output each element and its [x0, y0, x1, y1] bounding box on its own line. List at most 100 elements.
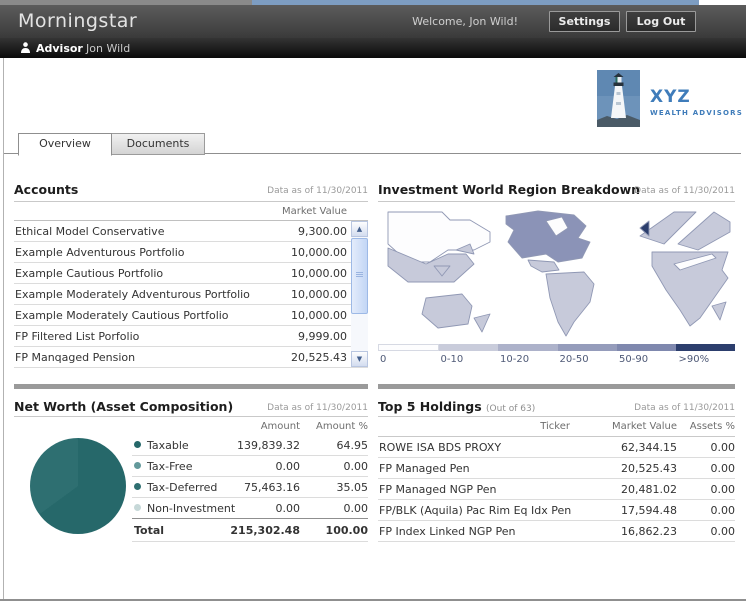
holdings-subtitle: (Out of 63) — [486, 404, 536, 414]
table-row[interactable]: Example Moderately Adventurous Portfolio… — [14, 284, 368, 305]
account-name: Ethical Model Conservative — [15, 225, 165, 238]
account-market-value: 9,300.00 — [298, 225, 347, 238]
total-label: Total — [134, 524, 165, 537]
holding-assets-pct: 0.00 — [710, 462, 736, 475]
market-value-column-header: Market Value — [281, 206, 347, 217]
legend-segment — [557, 344, 617, 351]
accounts-title: Accounts — [14, 182, 79, 197]
amount-pct-column-header: Amount % — [316, 421, 368, 432]
legend-label: 0 — [380, 354, 387, 365]
table-row: FP Managed Pen 20,525.43 0.00 — [378, 458, 735, 479]
account-name: Example Moderately Adventurous Portfolio — [15, 288, 250, 301]
table-row: ROWE ISA BDS PROXY 62,344.15 0.00 — [378, 437, 735, 458]
table-row[interactable]: FP Filtered List Porfolio 9,999.00 — [14, 326, 368, 347]
scroll-up-button[interactable]: ▲ — [351, 221, 368, 237]
tab-overview[interactable]: Overview — [18, 133, 112, 156]
scroll-down-button[interactable]: ▼ — [351, 351, 368, 367]
section-divider-bar-left — [14, 384, 368, 389]
holding-name: ROWE ISA BDS PROXY — [379, 441, 502, 454]
account-name: FP Filtered List Porfolio — [15, 330, 140, 343]
series-bullet — [134, 462, 141, 469]
legend-label: >90% — [678, 354, 710, 365]
account-market-value: 20,525.43 — [291, 351, 347, 364]
account-market-value: 10,000.00 — [291, 246, 347, 259]
holding-name: FP Managed Pen — [379, 462, 470, 475]
asset-type-label: Non-Investment — [147, 502, 236, 515]
table-row: Taxable 139,839.32 64.95 — [132, 435, 368, 456]
holding-name: FP Index Linked NGP Pen — [379, 525, 516, 538]
accounts-list: Ethical Model Conservative 9,300.00 Exampl… — [14, 220, 368, 368]
region-title: Investment World Region Breakdown — [378, 182, 641, 197]
holdings-title: Top 5 Holdings (Out of 63) — [378, 399, 536, 414]
legend-label: 10-20 — [500, 354, 530, 365]
region-header: Investment World Region Breakdown Data a… — [378, 181, 735, 197]
account-market-value: 10,000.00 — [291, 309, 347, 322]
legend-segment — [675, 344, 736, 351]
table-row: FP/BLK (Aquila) Pac Rim Eq Idx Pen 17,594… — [378, 500, 735, 521]
asset-amount-pct: 35.05 — [336, 481, 369, 494]
networth-total-row: Total 215,302.48 100.00 — [132, 518, 368, 542]
holding-assets-pct: 0.00 — [710, 483, 736, 496]
total-amount: 215,302.48 — [230, 524, 300, 537]
legend-label: 50-90 — [619, 354, 649, 365]
market-value-column-header: Market Value — [611, 421, 677, 432]
holdings-header: Top 5 Holdings (Out of 63) Data as of 11… — [378, 398, 735, 414]
asset-amount-pct: 64.95 — [336, 439, 369, 452]
account-name: Example Moderately Cautious Portfolio — [15, 309, 229, 322]
asset-amount-pct: 0.00 — [343, 502, 369, 515]
holding-assets-pct: 0.00 — [710, 525, 736, 538]
table-row: FP Managed NGP Pen 20,481.02 0.00 — [378, 479, 735, 500]
holdings-rows: ROWE ISA BDS PROXY 62,344.15 0.00 FP Manage… — [378, 436, 735, 542]
legend-label: 0-10 — [440, 354, 464, 365]
asset-amount: 0.00 — [275, 460, 301, 473]
holding-market-value: 20,525.43 — [621, 462, 677, 475]
account-name: Example Cautious Portfolio — [15, 267, 164, 280]
map-legend-bar — [378, 344, 736, 351]
table-row: Tax-Free 0.00 0.00 — [132, 456, 368, 477]
holding-name: FP/BLK (Aquila) Pac Rim Eq Idx Pen — [379, 504, 572, 517]
table-row[interactable]: FP Manqaged Pension 20,525.43 — [14, 347, 368, 368]
account-market-value: 9,999.00 — [298, 330, 347, 343]
holding-assets-pct: 0.00 — [710, 441, 736, 454]
legend-label: 20-50 — [559, 354, 589, 365]
world-map — [378, 206, 735, 340]
legend-segment — [378, 344, 440, 351]
asset-amount: 0.00 — [275, 502, 301, 515]
networth-table: Amount Amount % Taxable 139,839.32 64.95 Ta… — [132, 421, 368, 542]
table-row[interactable]: Example Adventurous Portfolio 10,000.00 — [14, 242, 368, 263]
networth-table-headers: Amount Amount % — [132, 421, 368, 435]
total-pct: 100.00 — [325, 524, 368, 537]
table-row[interactable]: Example Moderately Cautious Portfolio 10,… — [14, 305, 368, 326]
region-divider — [378, 201, 735, 202]
holding-name: FP Managed NGP Pen — [379, 483, 497, 496]
holdings-divider — [378, 416, 735, 417]
account-name: FP Manqaged Pension — [15, 351, 136, 364]
accounts-scrollbar[interactable]: ▲ ▼ — [351, 221, 368, 367]
legend-segment — [616, 344, 676, 351]
ticker-column-header: Ticker — [540, 421, 570, 432]
table-row: Tax-Deferred 75,463.16 35.05 — [132, 477, 368, 498]
region-data-as-of: Data as of 11/30/2011 — [634, 186, 735, 196]
holding-assets-pct: 0.00 — [710, 504, 736, 517]
holding-market-value: 20,481.02 — [621, 483, 677, 496]
series-bullet — [134, 441, 141, 448]
holdings-data-as-of: Data as of 11/30/2011 — [634, 403, 735, 413]
asset-amount: 75,463.16 — [244, 481, 300, 494]
asset-type-label: Tax-Free — [147, 460, 193, 473]
asset-type-label: Taxable — [147, 439, 189, 452]
accounts-panel: Accounts Data as of 11/30/2011 Market Va… — [14, 0, 368, 601]
account-market-value: 10,000.00 — [291, 288, 347, 301]
series-bullet — [134, 504, 141, 511]
table-row[interactable]: Ethical Model Conservative 9,300.00 — [14, 221, 368, 242]
table-row: Non-Investment 0.00 0.00 — [132, 498, 368, 519]
table-row[interactable]: Example Cautious Portfolio 10,000.00 — [14, 263, 368, 284]
map-legend-labels: 0 0-10 10-20 20-50 50-90 >90% — [378, 354, 735, 366]
legend-segment — [498, 344, 558, 351]
account-market-value: 10,000.00 — [291, 267, 347, 280]
holding-market-value: 16,862.23 — [621, 525, 677, 538]
page-left-border — [3, 58, 4, 601]
networth-rows: Taxable 139,839.32 64.95 Tax-Free 0.00 0.00 Ta… — [132, 435, 368, 519]
networth-pie-chart — [30, 438, 126, 534]
scrollbar-thumb[interactable] — [351, 238, 368, 314]
section-divider-bar-right — [378, 384, 735, 389]
